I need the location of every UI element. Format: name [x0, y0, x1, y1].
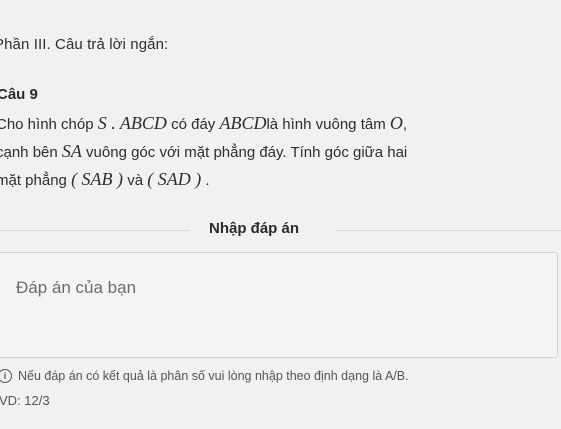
- math-pyramid: S . ABCD: [97, 113, 167, 133]
- question-text-part: .: [201, 172, 210, 189]
- question-text-part: Cho hình chóp: [0, 116, 98, 133]
- question-label: Câu 9: [0, 86, 38, 103]
- answer-divider: Nhập đáp án: [0, 218, 561, 238]
- answer-placeholder: Đáp án của bạn: [16, 278, 137, 297]
- math-edge: SA: [61, 141, 82, 161]
- answer-header: Nhập đáp án: [209, 220, 300, 237]
- question-text: Cho hình chóp S . ABCD có đáy ABCDlà hìn…: [0, 110, 561, 194]
- question-text-part: và: [123, 172, 148, 189]
- math-base: ABCD: [219, 113, 267, 133]
- section-title: Phần III. Câu trả lời ngắn:: [0, 36, 169, 53]
- answer-input[interactable]: Đáp án của bạn: [0, 252, 558, 358]
- question-line-1: Cho hình chóp S . ABCD có đáy ABCDlà hìn…: [0, 110, 561, 138]
- question-text-part: cạnh bên: [0, 144, 62, 161]
- question-text-part: mặt phẳng: [0, 172, 72, 189]
- question-line-3: mặt phẳng ( SAB ) và ( SAD ) .: [0, 166, 561, 194]
- question-text-part: có đáy: [166, 116, 220, 133]
- question-line-2: cạnh bên SA vuông góc với mặt phẳng đáy.…: [0, 138, 561, 166]
- question-text-part: vuông góc với mặt phẳng đáy. Tính góc gi…: [81, 144, 408, 161]
- format-note-text: Nếu đáp án có kết quả là phân số vui lòn…: [18, 369, 409, 383]
- format-example: VD: 12/3: [0, 393, 50, 408]
- question-text-part: là hình vuông tâm: [266, 116, 390, 133]
- math-center: O: [389, 113, 403, 133]
- math-plane-sab: ( SAB ): [71, 169, 124, 189]
- divider-line: [0, 230, 190, 231]
- math-plane-sad: ( SAD ): [147, 169, 202, 189]
- divider-line: [335, 230, 561, 231]
- question-text-part: ,: [402, 116, 408, 133]
- format-note: i Nếu đáp án có kết quả là phân số vui l…: [0, 369, 409, 383]
- info-icon: i: [0, 369, 12, 383]
